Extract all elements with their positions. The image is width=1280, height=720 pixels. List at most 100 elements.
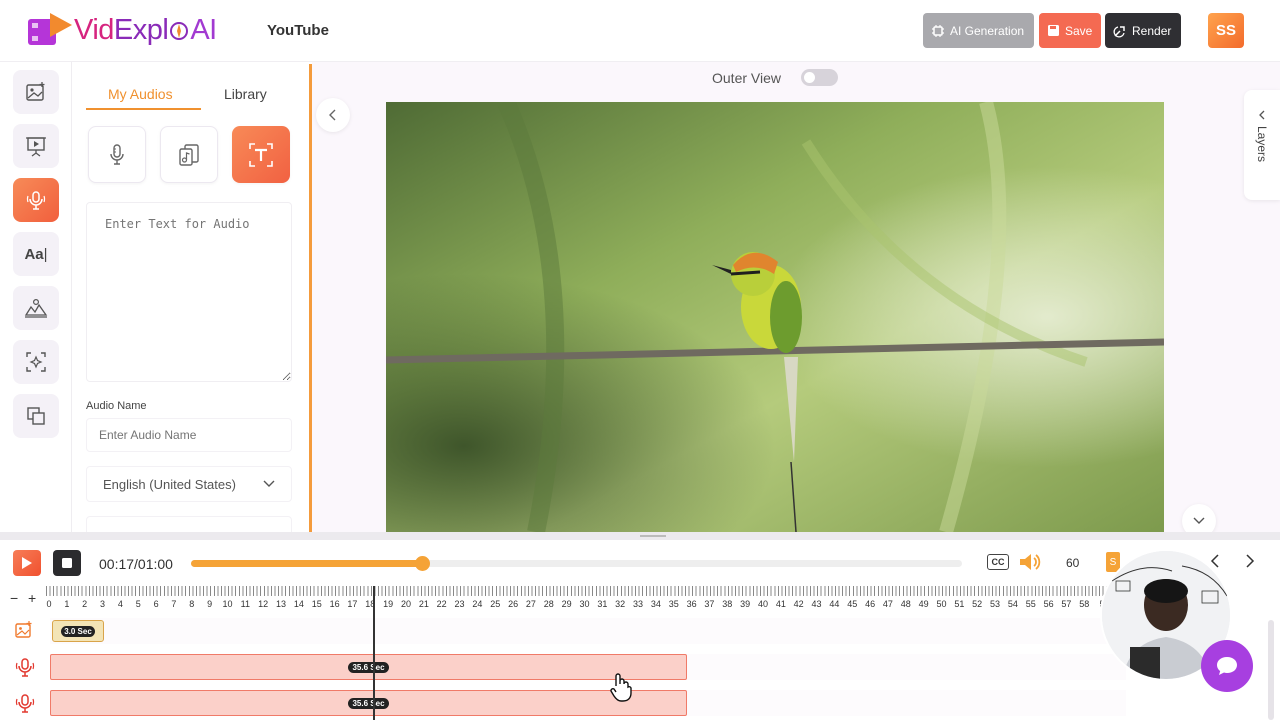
logo: VidExpl AI <box>26 10 217 50</box>
ruler-tick-label: 58 <box>1079 599 1090 609</box>
logo-part-ai: AI <box>190 14 217 46</box>
ruler-tick-label: 29 <box>561 599 572 609</box>
ruler-tick-label: 34 <box>650 599 661 609</box>
ruler-tick-label: 49 <box>918 599 929 609</box>
ruler-tick-label: 17 <box>347 599 358 609</box>
render-icon <box>1113 25 1125 38</box>
ruler-tick-label: 43 <box>811 599 822 609</box>
ruler-tick-label: 37 <box>704 599 715 609</box>
ruler-tick-label: 26 <box>508 599 519 609</box>
ruler-tick-label: 5 <box>135 599 141 609</box>
ruler-tick-label: 41 <box>775 599 786 609</box>
render-button[interactable]: Render <box>1105 13 1181 48</box>
ruler-ticks <box>46 586 1126 596</box>
collapse-panel-button[interactable] <box>316 98 350 132</box>
image-track <box>50 618 1126 644</box>
chevron-left-icon <box>1259 110 1265 120</box>
rail-item-elements[interactable] <box>13 286 59 330</box>
volume-icon[interactable] <box>1018 551 1042 573</box>
voice-select[interactable] <box>86 516 292 532</box>
transform-icon <box>26 352 46 372</box>
player-controls: 00:17/01:00 CC 60 S <box>0 540 1280 584</box>
stop-button[interactable] <box>53 550 81 576</box>
presentation-icon <box>26 137 46 157</box>
audio-panel: My Audios Library Audio Name English (Un… <box>72 62 310 532</box>
rail-item-layers[interactable] <box>13 394 59 438</box>
timeline: − + 0 1 2 3 4 5 6 7 8 9 10 11 12 13 14 15 16 17 18 19 20 21 22… <box>0 584 1280 720</box>
ruler-tick-label: 19 <box>383 599 394 609</box>
ruler-tick-label: 2 <box>82 599 88 609</box>
seek-handle[interactable] <box>415 556 431 571</box>
tab-active-underline <box>86 108 201 110</box>
ruler-tick-label: 36 <box>686 599 697 609</box>
image-track-icon <box>15 621 32 638</box>
time-ruler[interactable]: 0 1 2 3 4 5 6 7 8 9 10 11 12 13 14 15 16 17 18 19 20 21 22 23 24… <box>46 584 1126 612</box>
language-select[interactable]: English (United States) <box>86 466 292 502</box>
ruler-tick-label: 28 <box>543 599 554 609</box>
ruler-tick-label: 33 <box>633 599 644 609</box>
captions-button[interactable]: CC <box>987 554 1009 570</box>
ruler-tick-label: 11 <box>240 599 251 609</box>
ruler-tick-label: 54 <box>1007 599 1018 609</box>
audio-track-icon <box>15 694 35 713</box>
rail-item-images[interactable] <box>13 70 59 114</box>
ruler-tick-label: 3 <box>100 599 106 609</box>
upload-audio-button[interactable] <box>160 126 218 183</box>
tab-my-audios[interactable]: My Audios <box>108 86 173 102</box>
chevron-left-icon[interactable] <box>1210 554 1220 568</box>
volume-value[interactable]: 60 <box>1066 556 1079 570</box>
ai-generation-label: AI Generation <box>950 23 1025 38</box>
text-to-speech-button[interactable] <box>232 126 290 183</box>
seek-bar[interactable] <box>191 556 962 571</box>
rail-item-text[interactable]: Aa | <box>13 232 59 276</box>
ruler-tick-label: 27 <box>525 599 536 609</box>
chevron-down-icon <box>263 480 275 487</box>
tab-library[interactable]: Library <box>224 86 267 102</box>
zoom-out-button[interactable]: − <box>10 590 18 606</box>
zoom-in-button[interactable]: + <box>28 590 36 606</box>
play-button[interactable] <box>13 550 41 576</box>
rail-item-audio[interactable] <box>13 178 59 222</box>
chevron-right-icon[interactable] <box>1245 554 1255 568</box>
ruler-tick-label: 13 <box>276 599 287 609</box>
chevron-left-icon <box>329 109 336 121</box>
ruler-tick-label: 57 <box>1061 599 1072 609</box>
playhead[interactable] <box>373 586 375 720</box>
save-button[interactable]: Save <box>1039 13 1101 48</box>
chat-icon <box>1217 657 1237 675</box>
video-preview[interactable] <box>386 102 1164 532</box>
rail-item-transform[interactable] <box>13 340 59 384</box>
tool-rail: Aa | <box>0 62 72 532</box>
rail-item-presentation[interactable] <box>13 124 59 168</box>
record-audio-button[interactable] <box>88 126 146 183</box>
render-label: Render <box>1132 23 1172 38</box>
play-icon <box>22 557 32 569</box>
ruler-tick-label: 55 <box>1025 599 1036 609</box>
stop-icon <box>62 558 72 568</box>
app-root: VidExpl AI YouTube AI Generation Save Ren… <box>0 0 1280 720</box>
audio-clip[interactable]: 35.6 Sec <box>50 654 687 680</box>
text-to-speech-icon <box>249 142 273 167</box>
image-clip-duration: 3.0 Sec <box>61 625 95 637</box>
ruler-tick-label: 48 <box>900 599 911 609</box>
ruler-tick-label: 23 <box>454 599 465 609</box>
audio-clip[interactable]: 35.6 Sec <box>50 690 687 716</box>
image-clip[interactable]: 3.0 Sec <box>52 620 104 642</box>
ai-generation-button[interactable]: AI Generation <box>923 13 1034 48</box>
audio-name-input[interactable] <box>86 418 292 452</box>
chat-support-button[interactable] <box>1201 640 1253 692</box>
project-name[interactable]: YouTube <box>267 22 329 39</box>
ruler-tick-label: 35 <box>668 599 679 609</box>
ruler-tick-label: 4 <box>117 599 123 609</box>
timeline-scrollbar[interactable] <box>1268 620 1274 720</box>
audio-track-icon <box>15 658 35 677</box>
user-avatar[interactable]: SS <box>1208 13 1244 48</box>
ruler-tick-label: 32 <box>615 599 626 609</box>
splitter-handle[interactable] <box>640 535 666 537</box>
layers-panel-toggle[interactable]: Layers <box>1244 90 1280 200</box>
audio-text-input[interactable] <box>86 202 292 382</box>
ruler-tick-label: 31 <box>597 599 608 609</box>
compass-icon <box>170 22 189 40</box>
outer-view-toggle[interactable] <box>801 69 838 86</box>
ruler-tick-label: 38 <box>722 599 733 609</box>
